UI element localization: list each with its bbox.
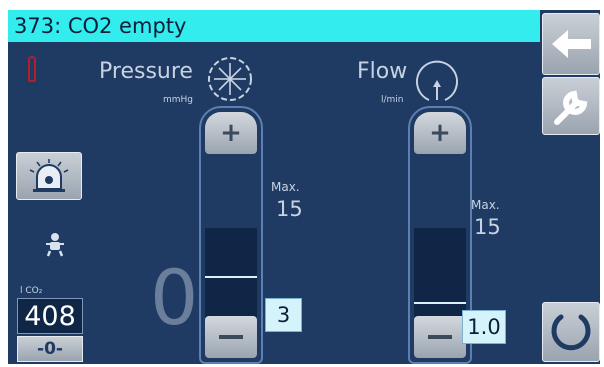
power-icon — [551, 314, 591, 351]
gas-cylinder-icon — [28, 56, 36, 82]
pressure-bar-fill — [205, 228, 257, 318]
pressure-decrease-button[interactable] — [205, 316, 257, 358]
flow-label: Flow — [357, 59, 408, 84]
alarm-mute-button[interactable] — [16, 152, 82, 200]
power-button[interactable] — [542, 302, 600, 362]
pressure-setpoint-line — [205, 276, 257, 279]
wrench-icon — [554, 90, 588, 125]
pressure-set-value[interactable]: 3 — [265, 298, 302, 332]
flow-decrease-button[interactable] — [414, 316, 466, 358]
flow-max-value: 15 — [474, 215, 501, 239]
minus-icon — [219, 335, 243, 339]
pressure-max-value: 15 — [276, 197, 303, 221]
alarm-banner[interactable]: 373: CO2 empty — [8, 10, 540, 42]
flow-set-value[interactable]: 1.0 — [462, 310, 506, 344]
settings-button[interactable] — [542, 77, 600, 135]
flow-max-label: Max. — [471, 198, 500, 212]
pressure-label: Pressure — [99, 59, 193, 84]
flow-bar-fill — [414, 228, 466, 318]
flow-icon — [416, 60, 458, 101]
flow-setpoint-line — [414, 302, 466, 305]
pressure-icon — [208, 57, 252, 101]
pressure-max-label: Max. — [271, 180, 300, 194]
screen: 373: CO2 empty Pressure mmHg Flow l/min — [0, 0, 604, 367]
flow-increase-button[interactable]: + — [414, 112, 466, 154]
flow-unit: l/min — [381, 95, 404, 105]
measured-pressure-value: 0 — [150, 253, 199, 342]
plus-icon: + — [429, 118, 451, 148]
back-button[interactable] — [542, 13, 600, 75]
minus-icon — [428, 335, 452, 339]
back-arrow-icon — [552, 30, 591, 58]
co2-volume-label: l CO₂ — [20, 286, 43, 296]
co2-reset-button[interactable]: -0- — [17, 336, 83, 362]
pressure-unit: mmHg — [163, 95, 194, 105]
alarm-bell-icon — [29, 159, 69, 192]
pressure-slider[interactable]: + — [199, 106, 263, 364]
plus-icon: + — [220, 118, 242, 148]
pressure-increase-button[interactable]: + — [205, 112, 257, 154]
co2-volume-value: 408 — [17, 298, 83, 334]
baby-icon — [46, 233, 64, 257]
